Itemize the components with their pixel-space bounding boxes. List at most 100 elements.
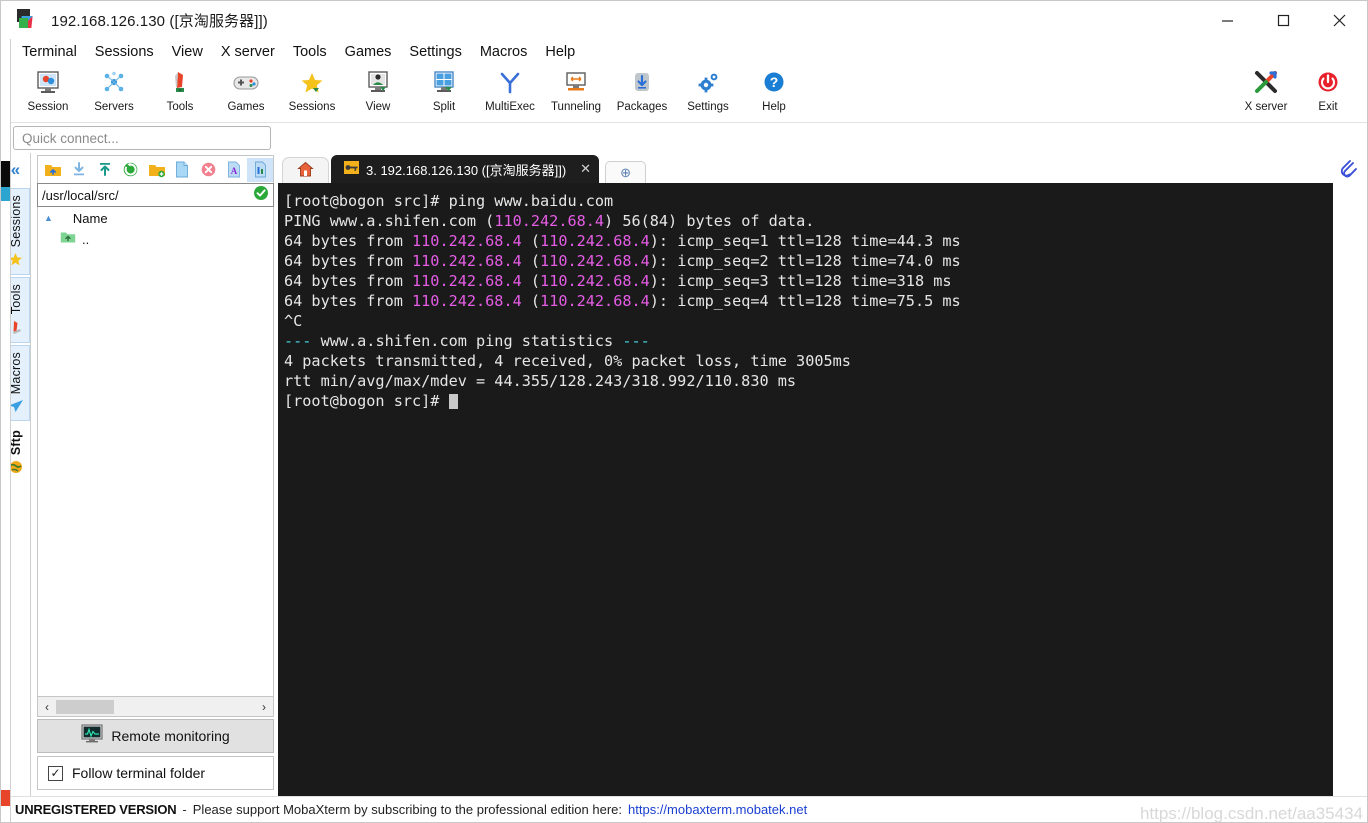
refresh-icon[interactable] — [118, 158, 144, 182]
terminal-ip-address: 110.242.68.4 — [540, 292, 650, 310]
terminal-ip-address: 110.242.68.4 — [540, 272, 650, 290]
terminal-ip-address: 110.242.68.4 — [494, 212, 605, 230]
menu-view[interactable]: View — [163, 42, 212, 62]
menu-tools[interactable]: Tools — [284, 42, 336, 62]
tab-close-icon[interactable]: ✕ — [580, 161, 591, 177]
delete-icon[interactable] — [195, 158, 221, 182]
text-edit-icon[interactable]: A — [221, 158, 247, 182]
mobaxterm-window: 192.168.126.130 ([京淘服务器]]) Terminal Sess… — [0, 0, 1368, 823]
terminal-line: PING www.a.shifen.com (110.242.68.4) 56(… — [284, 211, 1327, 231]
window-controls — [1199, 1, 1367, 39]
terminal-ip-address: 110.242.68.4 — [540, 232, 650, 250]
terminal-text: 64 bytes from — [284, 252, 413, 270]
main-body: « Sessions Tools Macros Sftp A /usr/loca… — [1, 153, 1367, 796]
help-question-icon: ? — [757, 68, 791, 98]
toolbar-session[interactable]: Session — [15, 68, 81, 113]
terminal-column: 3. 192.168.126.130 ([京淘服务器]]) ✕ ⊕ [root@… — [278, 153, 1333, 796]
menu-help[interactable]: Help — [536, 42, 584, 62]
terminal-text: rtt min/avg/max/mdev = 44.355/128.243/31… — [284, 372, 797, 390]
sftp-panel: A /usr/local/src/ ▲ Name .. ‹ › Remote m… — [31, 153, 278, 796]
mobaxterm-link[interactable]: https://mobaxterm.mobatek.net — [628, 802, 807, 817]
terminal-text: www.a.shifen.com ping statistics — [320, 332, 623, 350]
terminal-text: [root@bogon src]# ping www.baidu.com — [284, 192, 614, 210]
toolbar-tools[interactable]: Tools — [147, 68, 213, 113]
parent-folder-up-icon[interactable] — [40, 158, 66, 182]
new-file-icon[interactable] — [169, 158, 195, 182]
paperclip-icon[interactable] — [1337, 157, 1359, 184]
tab-session-3[interactable]: 3. 192.168.126.130 ([京淘服务器]]) ✕ — [331, 155, 600, 183]
split-grid-icon — [427, 68, 461, 98]
toolbar-sessions[interactable]: Sessions — [279, 68, 345, 113]
remote-monitoring-button[interactable]: Remote monitoring — [37, 719, 274, 753]
list-item[interactable]: .. — [38, 229, 273, 250]
close-button[interactable] — [1311, 1, 1367, 39]
toolbar-settings-label: Settings — [687, 101, 729, 113]
svg-text:?: ? — [770, 74, 779, 90]
terminal-text: ( — [521, 272, 541, 290]
toolbar-exit-label: Exit — [1318, 101, 1338, 113]
toolbar-x-server[interactable]: X server — [1235, 68, 1297, 113]
terminal-ip-address: 110.242.68.4 — [540, 252, 650, 270]
toolbar-multiexec[interactable]: MultiExec — [477, 68, 543, 113]
toolbar-servers-label: Servers — [94, 101, 134, 113]
toolbar-right-group: X server Exit — [1235, 68, 1359, 113]
monitor-graph-icon — [81, 724, 103, 748]
toolbar-settings[interactable]: Settings — [675, 68, 741, 113]
terminal-text: PING www.a.shifen.com ( — [284, 212, 495, 230]
toolbar-split-label: Split — [432, 101, 456, 113]
terminal-line: ^C — [284, 311, 1327, 331]
toolbar-packages-label: Packages — [616, 101, 668, 113]
terminal-line: 64 bytes from 110.242.68.4 (110.242.68.4… — [284, 231, 1327, 251]
toolbar-exit[interactable]: Exit — [1297, 68, 1359, 113]
toolbar-games[interactable]: Games — [213, 68, 279, 113]
toolbar-view[interactable]: View — [345, 68, 411, 113]
tunneling-icon — [559, 68, 593, 98]
scroll-right-arrow-icon[interactable]: › — [257, 700, 271, 714]
mobaxterm-icon — [17, 9, 39, 31]
toolbar-session-label: Session — [27, 101, 69, 113]
edge-dark-block — [1, 161, 10, 187]
sftp-horizontal-scrollbar[interactable]: ‹ › — [37, 697, 274, 717]
terminal-text: ( — [521, 292, 541, 310]
power-exit-icon — [1311, 68, 1345, 98]
scrollbar-thumb[interactable] — [56, 699, 114, 714]
terminal-line: 4 packets transmitted, 4 received, 0% pa… — [284, 351, 1327, 371]
menu-x-server[interactable]: X server — [212, 42, 284, 62]
sftp-path-bar[interactable]: /usr/local/src/ — [37, 183, 274, 207]
toolbar-tunneling-label: Tunneling — [550, 101, 602, 113]
terminal-text: ): icmp_seq=4 ttl=128 time=75.5 ms — [649, 292, 961, 310]
menu-terminal[interactable]: Terminal — [13, 42, 86, 62]
new-folder-icon[interactable] — [144, 158, 170, 182]
toolbar-help[interactable]: ? Help — [741, 68, 807, 113]
status-separator: - — [182, 802, 187, 817]
terminal-output[interactable]: [root@bogon src]# ping www.baidu.com PING… — [278, 183, 1333, 796]
svg-text:A: A — [231, 166, 238, 176]
toolbar-servers[interactable]: Servers — [81, 68, 147, 113]
menu-macros[interactable]: Macros — [471, 42, 537, 62]
left-edge-strip — [1, 39, 11, 822]
menu-sessions[interactable]: Sessions — [86, 42, 163, 62]
scroll-left-arrow-icon[interactable]: ‹ — [40, 700, 54, 714]
new-tab-button[interactable]: ⊕ — [605, 161, 646, 183]
follow-terminal-folder-row[interactable]: ✓ Follow terminal folder — [37, 756, 274, 790]
menu-settings[interactable]: Settings — [400, 42, 470, 62]
menu-games[interactable]: Games — [336, 42, 401, 62]
minimize-button[interactable] — [1199, 1, 1255, 39]
toolbar-packages[interactable]: Packages — [609, 68, 675, 113]
terminal-line: 64 bytes from 110.242.68.4 (110.242.68.4… — [284, 291, 1327, 311]
terminal-line: [root@bogon src]# — [284, 391, 1327, 411]
toolbar-tunneling[interactable]: Tunneling — [543, 68, 609, 113]
tools-knife-icon — [163, 68, 197, 98]
follow-terminal-folder-checkbox[interactable]: ✓ — [48, 765, 63, 781]
quick-connect-field[interactable]: Quick connect... — [13, 126, 271, 150]
file-list-header[interactable]: ▲ Name — [38, 207, 273, 229]
properties-icon[interactable] — [247, 157, 273, 182]
upload-icon[interactable] — [92, 158, 118, 182]
terminal-line: 64 bytes from 110.242.68.4 (110.242.68.4… — [284, 271, 1327, 291]
collapse-sidebar-button[interactable]: « — [11, 161, 20, 178]
tab-home[interactable] — [282, 157, 329, 183]
maximize-button[interactable] — [1255, 1, 1311, 39]
toolbar-split[interactable]: Split — [411, 68, 477, 113]
terminal-text: 64 bytes from — [284, 292, 413, 310]
download-icon[interactable] — [66, 158, 92, 182]
